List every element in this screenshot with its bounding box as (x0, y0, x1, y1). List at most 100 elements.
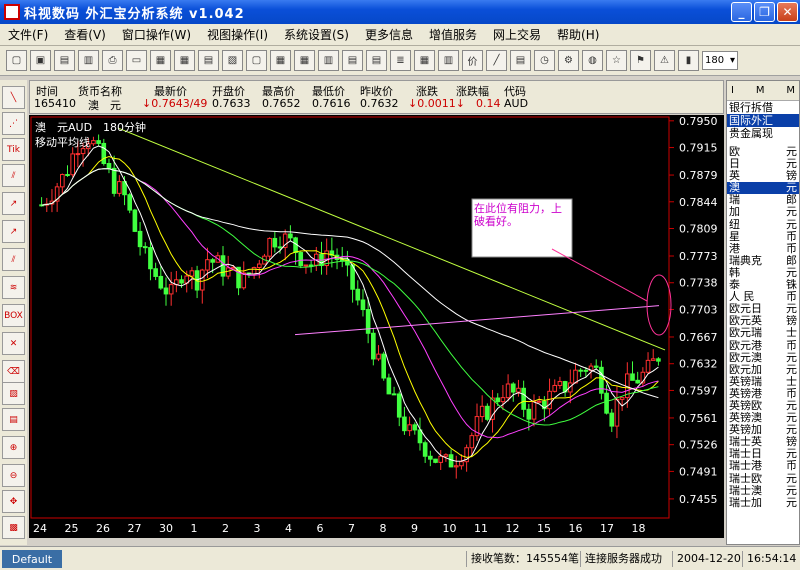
tab-default[interactable]: Default (2, 550, 62, 568)
symbol-item[interactable]: 瑞士加 元 (727, 497, 799, 509)
close-button[interactable]: ✕ (777, 2, 798, 22)
symbol-item[interactable]: 欧元瑞 士 (727, 327, 799, 339)
folder-icon[interactable]: ▥ (78, 50, 99, 71)
symbol-item[interactable]: 澳元 (727, 182, 799, 195)
menu-window[interactable]: 窗口操作(W) (114, 26, 199, 43)
menu-icon[interactable]: ≣ (390, 50, 411, 71)
chart-tool-icon[interactable]: ▨ (2, 382, 25, 405)
symbol-item[interactable]: 加元 (727, 206, 799, 218)
chart-icon[interactable]: ▤ (510, 50, 531, 71)
symbol-item[interactable]: 港币 (727, 243, 799, 255)
fan-tool-icon[interactable]: ⋰ (2, 112, 25, 135)
zoom-in-tool-icon[interactable]: ⊕ (2, 436, 25, 459)
candle-body (142, 246, 148, 249)
candle-body (578, 369, 583, 372)
symbol-item[interactable]: 纽元 (727, 219, 799, 231)
symbol-item[interactable]: 星币 (727, 231, 799, 243)
indicator-tool-icon[interactable]: ▩ (2, 516, 25, 539)
open-folder-icon[interactable]: ▤ (54, 50, 75, 71)
sheet-icon[interactable]: ▥ (438, 50, 459, 71)
symbol-item[interactable]: 英镑港 币 (727, 388, 799, 400)
notes-icon[interactable]: ▧ (222, 50, 243, 71)
delete-tool-icon[interactable]: ✕ (2, 332, 25, 355)
symbol-item[interactable]: 欧元港 币 (727, 340, 799, 352)
parallel-tool-icon[interactable]: ⫽ (2, 248, 25, 271)
price-chart[interactable]: 0.7950 0.7915 0.7879 0.7844 0.7809 0.7773 0.77… (29, 115, 724, 520)
menu-settings[interactable]: 系统设置(S) (276, 26, 357, 43)
symbol-item[interactable]: 欧元 (727, 146, 799, 158)
calc-icon[interactable]: ▦ (150, 50, 171, 71)
gear-icon[interactable]: ⚙ (558, 50, 579, 71)
flag-icon[interactable]: ⚑ (630, 50, 651, 71)
tik-tool-button[interactable]: Tik (2, 138, 25, 161)
minimize-button[interactable]: _ (731, 2, 752, 22)
candle-body (127, 194, 133, 211)
y-tick-label: 0.7773 (679, 250, 718, 263)
arrow-tool-icon[interactable]: ↗ (2, 192, 25, 215)
symbol-item[interactable]: 英镑 (727, 170, 799, 182)
new-icon[interactable]: ▢ (6, 50, 27, 71)
window-icon[interactable]: ▢ (246, 50, 267, 71)
symbol-item[interactable]: 人 民币 (727, 291, 799, 303)
zoom-select[interactable]: 180 ▾ (702, 51, 738, 70)
symbol-item[interactable]: 欧元日 元 (727, 303, 799, 315)
trend-line-icon[interactable]: ╱ (486, 50, 507, 71)
symbol-item[interactable]: 泰铢 (727, 279, 799, 291)
menu-view-ops[interactable]: 视图操作(I) (199, 26, 276, 43)
list-icon[interactable]: ▤ (366, 50, 387, 71)
table-icon[interactable]: ▦ (270, 50, 291, 71)
symbol-item[interactable]: 瑞郎 (727, 194, 799, 206)
tab-forex[interactable]: 国际外汇 (727, 114, 799, 127)
zoom-out-tool-icon[interactable]: ⊖ (2, 464, 25, 487)
menu-view[interactable]: 查看(V) (56, 26, 114, 43)
symbol-item[interactable]: 瑞士英 镑 (727, 436, 799, 448)
symbol-item[interactable]: 英镑欧 元 (727, 400, 799, 412)
symbol-item[interactable]: 瑞典克 郎 (727, 255, 799, 267)
fib-tool-icon[interactable]: ≋ (2, 276, 25, 299)
menu-help[interactable]: 帮助(H) (549, 26, 607, 43)
symbol-item[interactable]: 韩元 (727, 267, 799, 279)
symbol-item[interactable]: 欧元英 镑 (727, 315, 799, 327)
channel-tool-icon[interactable]: ⫽ (2, 164, 25, 187)
menu-value-added[interactable]: 增值服务 (421, 26, 485, 43)
symbol-item[interactable]: 英镑加 元 (727, 424, 799, 436)
symbol-item[interactable]: 日元 (727, 158, 799, 170)
pan-tool-icon[interactable]: ✥ (2, 490, 25, 513)
symbol-item[interactable]: 瑞士港 币 (727, 460, 799, 472)
symbol-item[interactable]: 瑞士日 元 (727, 448, 799, 460)
news-icon[interactable]: ▤ (198, 50, 219, 71)
warning-icon[interactable]: ⚠ (654, 50, 675, 71)
eraser-tool-icon[interactable]: ⌫ (2, 360, 25, 383)
price-icon[interactable]: 价 (462, 50, 483, 71)
menu-more-info[interactable]: 更多信息 (357, 26, 421, 43)
tab-metals[interactable]: 贵金属现 (727, 127, 799, 140)
ray-tool-icon[interactable]: ↗ (2, 220, 25, 243)
grid-icon[interactable]: ▦ (174, 50, 195, 71)
symbol-item[interactable]: 欧元加 元 (727, 364, 799, 376)
restore-button[interactable]: ❐ (754, 2, 775, 22)
monitor-icon[interactable]: ▭ (126, 50, 147, 71)
layout-icon[interactable]: ▦ (414, 50, 435, 71)
symbol-item[interactable]: 英镑澳 元 (727, 412, 799, 424)
tile-icon[interactable]: ▦ (294, 50, 315, 71)
print-icon[interactable]: ⎙ (102, 50, 123, 71)
candle-body (557, 381, 563, 386)
box-tool-button[interactable]: BOX (2, 304, 25, 327)
symbol-item[interactable]: 瑞士欧 元 (727, 473, 799, 485)
symbol-item[interactable]: 瑞士澳 元 (727, 485, 799, 497)
ticker-icon[interactable]: ▥ (318, 50, 339, 71)
menu-file[interactable]: 文件(F) (0, 26, 56, 43)
clock-icon[interactable]: ◷ (534, 50, 555, 71)
symbol-item[interactable]: 欧元澳 元 (727, 352, 799, 364)
menu-online-trade[interactable]: 网上交易 (485, 26, 549, 43)
line-tool-icon[interactable]: ╲ (2, 86, 25, 109)
globe-icon[interactable]: ◍ (582, 50, 603, 71)
candle-body (614, 398, 620, 427)
bars-icon[interactable]: ▮ (678, 50, 699, 71)
tab-interbank[interactable]: 银行拆借 (727, 101, 799, 114)
ledger-icon[interactable]: ▤ (342, 50, 363, 71)
fav-icon[interactable]: ☆ (606, 50, 627, 71)
chart-alt-tool-icon[interactable]: ▤ (2, 408, 25, 431)
symbol-item[interactable]: 英镑瑞 士 (727, 376, 799, 388)
save-icon[interactable]: ▣ (30, 50, 51, 71)
